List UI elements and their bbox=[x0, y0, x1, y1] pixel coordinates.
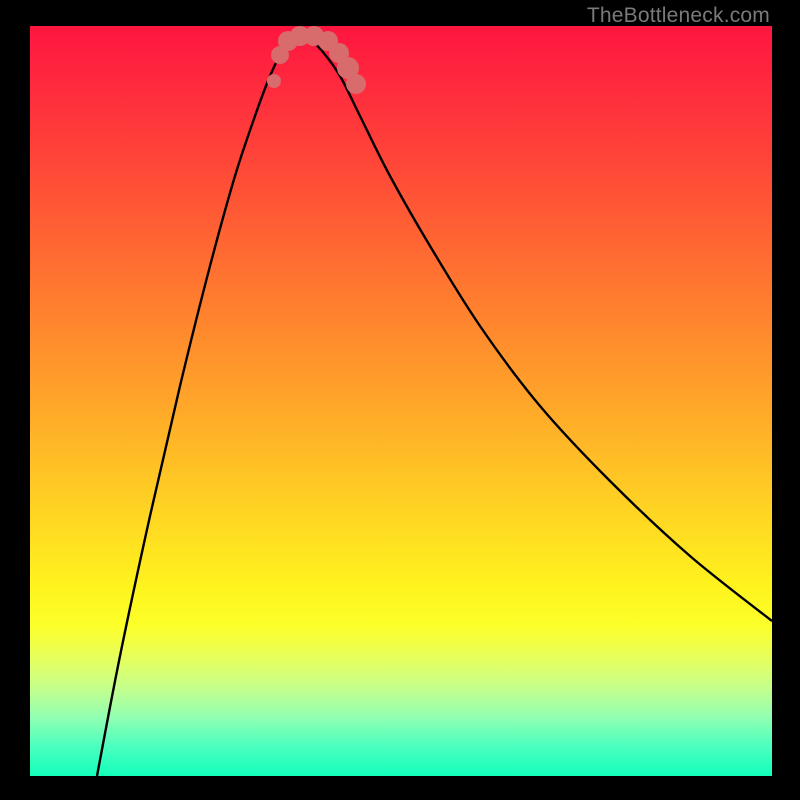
watermark-text: TheBottleneck.com bbox=[587, 4, 770, 28]
highlight-markers bbox=[267, 26, 366, 94]
chart-frame: TheBottleneck.com bbox=[0, 0, 800, 800]
bottleneck-curve bbox=[97, 36, 772, 776]
highlight-dot bbox=[267, 74, 281, 88]
plot-area bbox=[30, 26, 772, 776]
highlight-dot bbox=[346, 74, 366, 94]
curve-svg bbox=[30, 26, 772, 776]
